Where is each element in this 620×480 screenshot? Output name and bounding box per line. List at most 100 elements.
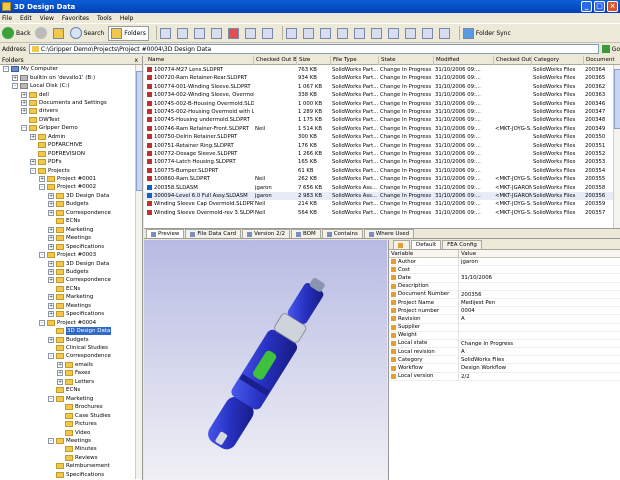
tree-node-pictures[interactable]: Pictures xyxy=(57,420,97,428)
collapse-icon[interactable]: - xyxy=(39,319,45,326)
file-row[interactable]: 100860-Ram.SLDPRT Neil 262 KB SolidWorks Pa… xyxy=(144,175,620,183)
variable-value[interactable] xyxy=(459,324,461,331)
forward-button[interactable] xyxy=(34,26,49,41)
tree-node-correspondence[interactable]: - Correspondence xyxy=(48,352,111,360)
tree-node-reimbursement[interactable]: Reimbursement xyxy=(48,462,110,470)
config-icon-tab[interactable] xyxy=(393,240,410,249)
expand-icon[interactable]: + xyxy=(48,311,54,318)
expand-icon[interactable]: + xyxy=(30,159,36,166)
file-row[interactable]: Winding Sleeve Overmold-rev 3.SLDPRT Neil… xyxy=(144,209,620,217)
variable-value[interactable]: 2/2 xyxy=(459,373,470,380)
file-row[interactable]: 100775-Bumper.SLDPRT 61 KB SolidWorks Part… xyxy=(144,167,620,175)
variable-column-header[interactable]: Variable xyxy=(389,250,459,257)
column-header-checked-out-in[interactable]: Checked Out In xyxy=(494,56,532,65)
tree-node-gripper-demo[interactable]: - Gripper Demo xyxy=(21,124,78,132)
history-button[interactable] xyxy=(370,26,384,41)
minimize-button[interactable]: _ xyxy=(581,1,592,12)
tree-node-ecns[interactable]: ECNs xyxy=(48,217,80,225)
tree-node-meetings[interactable]: + Meetings xyxy=(48,302,91,310)
scrollbar-thumb[interactable] xyxy=(614,69,620,129)
up-button[interactable] xyxy=(52,26,66,41)
close-button[interactable]: × xyxy=(607,1,618,12)
variable-row-author[interactable]: Author jgaron xyxy=(389,258,620,267)
tab-bom[interactable]: BOM xyxy=(290,229,321,238)
tree-node-clinical-studies[interactable]: Clinical Studies xyxy=(48,344,108,352)
folders-button[interactable]: Folders xyxy=(108,25,149,41)
tree-node-meetings[interactable]: + Meetings xyxy=(48,234,91,242)
tree-node-video[interactable]: Video xyxy=(57,428,90,436)
expand-icon[interactable]: + xyxy=(48,209,54,216)
variable-value[interactable]: A xyxy=(459,315,465,322)
tree-node-pdfarchive[interactable]: PDFARCHIVE xyxy=(30,141,82,149)
maximize-button[interactable]: □ xyxy=(594,1,605,12)
tree-node-3d-design-data[interactable]: 3D Design Data xyxy=(48,327,112,336)
folders-pane-close[interactable]: x xyxy=(134,57,138,64)
menu-tools[interactable]: Tools xyxy=(97,15,112,22)
tree-node-budgets[interactable]: + Budgets xyxy=(48,335,89,343)
variable-value[interactable]: Medijest Pen xyxy=(459,299,495,306)
view-file-button[interactable] xyxy=(404,26,418,41)
tree-node-budgets[interactable]: + Budgets xyxy=(48,200,89,208)
menu-view[interactable]: View xyxy=(40,15,54,22)
variable-value[interactable]: 200356 xyxy=(459,291,482,298)
collapse-icon[interactable]: - xyxy=(21,125,27,132)
go-button[interactable]: Go xyxy=(601,45,620,53)
file-row[interactable]: 100745-002-Housing Overmold with Le... 1 … xyxy=(144,108,620,116)
cut-button[interactable] xyxy=(159,26,173,41)
expand-icon[interactable]: + xyxy=(48,243,54,250)
collapse-icon[interactable]: - xyxy=(48,395,54,402)
tree-node-specifications[interactable]: + Specifications xyxy=(48,310,104,318)
menu-favorites[interactable]: Favorites xyxy=(62,15,89,22)
column-header-category[interactable]: Category xyxy=(532,56,584,65)
tree-node-ecns[interactable]: ECNs xyxy=(48,386,80,394)
expand-icon[interactable]: + xyxy=(48,201,54,208)
file-row[interactable]: 100745-Housing undermold.SLDPRT 1 175 KB S… xyxy=(144,116,620,124)
variable-row-supplier[interactable]: Supplier xyxy=(389,323,620,332)
check-out-button[interactable] xyxy=(302,26,316,41)
copy-button[interactable] xyxy=(176,26,190,41)
tree-scrollbar[interactable] xyxy=(135,65,142,479)
tree-node-marketing[interactable]: + Marketing xyxy=(48,293,93,301)
file-row[interactable]: 100772-Dosage Sleeve.SLDPRT 1 266 KB Solid… xyxy=(144,150,620,158)
variable-value[interactable]: Design Workflow xyxy=(459,364,506,371)
variable-row-local-revision[interactable]: Local revision A xyxy=(389,348,620,357)
tab-fea-config[interactable]: FEA Config xyxy=(442,240,482,249)
expand-icon[interactable]: + xyxy=(48,302,54,309)
expand-icon[interactable]: + xyxy=(12,74,18,81)
column-header-file-type[interactable]: File Type xyxy=(331,56,379,65)
tree-node-local-disk-c[interactable]: - Local Disk (C:) xyxy=(12,82,70,90)
expand-icon[interactable]: + xyxy=(48,192,54,199)
variable-value[interactable] xyxy=(459,266,461,273)
tree-node-project-0004[interactable]: - Project #0004 xyxy=(39,319,96,327)
file-row[interactable]: 100750-Delrin Retainer.SLDPRT 300 KB Solid… xyxy=(144,133,620,141)
tree-node-case-studies[interactable]: Case Studies xyxy=(57,411,111,419)
menu-edit[interactable]: Edit xyxy=(20,15,32,22)
expand-icon[interactable]: + xyxy=(57,370,63,377)
tree-node-letters[interactable]: + Letters xyxy=(57,378,94,386)
undo-button[interactable] xyxy=(210,26,224,41)
tree-node-project-0002[interactable]: - Project #0002 xyxy=(39,183,96,191)
tab-where-used[interactable]: Where Used xyxy=(363,229,415,238)
tree-node-meetings[interactable]: - Meetings xyxy=(48,437,91,445)
tree-node-dell[interactable]: + dell xyxy=(21,90,49,98)
tree-node-builtin-on-devsilo1-b[interactable]: + builtin on 'devsilo1' (B:) xyxy=(12,73,95,81)
tree-node-ecns[interactable]: ECNs xyxy=(48,285,80,293)
column-header-checked-out-by[interactable]: Checked Out By xyxy=(254,56,297,65)
tree-node-brochures[interactable]: Brochures xyxy=(57,403,103,411)
variable-value[interactable] xyxy=(459,332,461,339)
expand-icon[interactable]: + xyxy=(48,336,54,343)
collapse-icon[interactable]: - xyxy=(12,83,18,90)
tree-node-marketing[interactable]: + Marketing xyxy=(48,226,93,234)
collapse-icon[interactable]: - xyxy=(48,437,54,444)
file-row[interactable]: 100774-M27 Lens.SLDPRT 763 KB SolidWorks P… xyxy=(144,66,620,74)
file-row[interactable]: 100734-002-Winding Sleeve, Overmold... 33… xyxy=(144,91,620,99)
tab-contains[interactable]: Contains xyxy=(321,229,363,238)
tree-node-dwtest[interactable]: DWTest xyxy=(21,116,60,124)
expand-icon[interactable]: + xyxy=(21,99,27,106)
tree-node-budgets[interactable]: + Budgets xyxy=(48,268,89,276)
expand-icon[interactable]: + xyxy=(57,361,63,368)
collapse-icon[interactable]: - xyxy=(3,66,9,73)
change-state-button[interactable] xyxy=(353,26,367,41)
tree-node-pdfs[interactable]: + PDFs xyxy=(30,158,62,166)
get-latest-button[interactable] xyxy=(319,26,333,41)
